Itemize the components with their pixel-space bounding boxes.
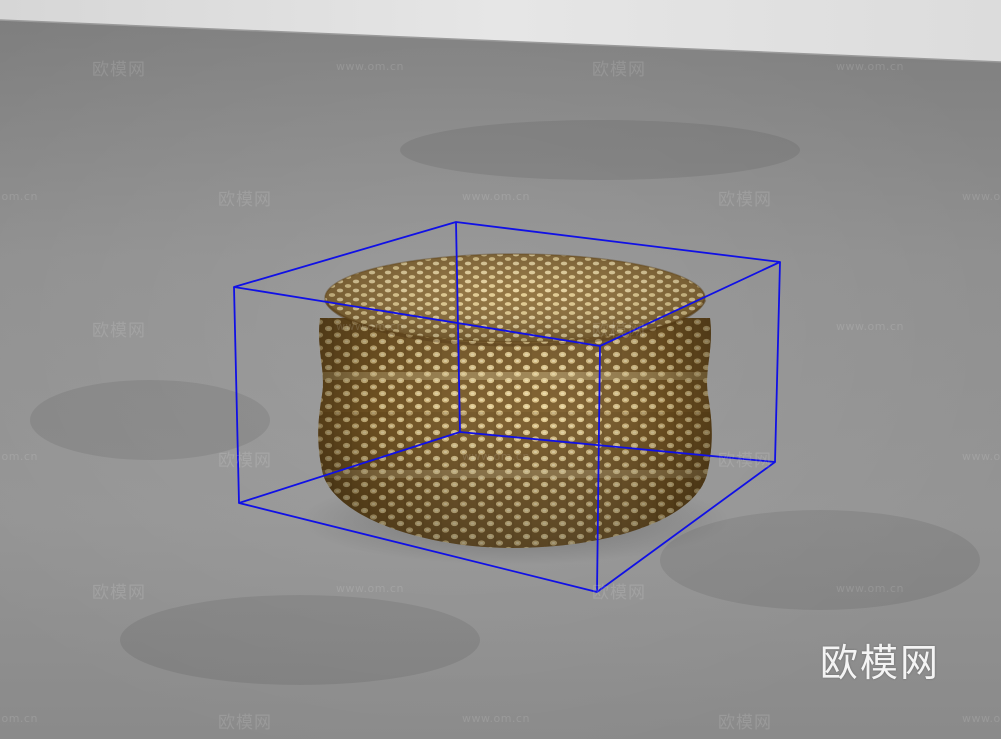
pouf: [318, 253, 712, 548]
brand-logo-text: 欧模网: [820, 641, 941, 685]
render-viewport: 欧模网 www.om.cn 欧模网 www.om.cn www.om.cn 欧模…: [0, 0, 1001, 739]
scene-render: [0, 0, 1001, 739]
